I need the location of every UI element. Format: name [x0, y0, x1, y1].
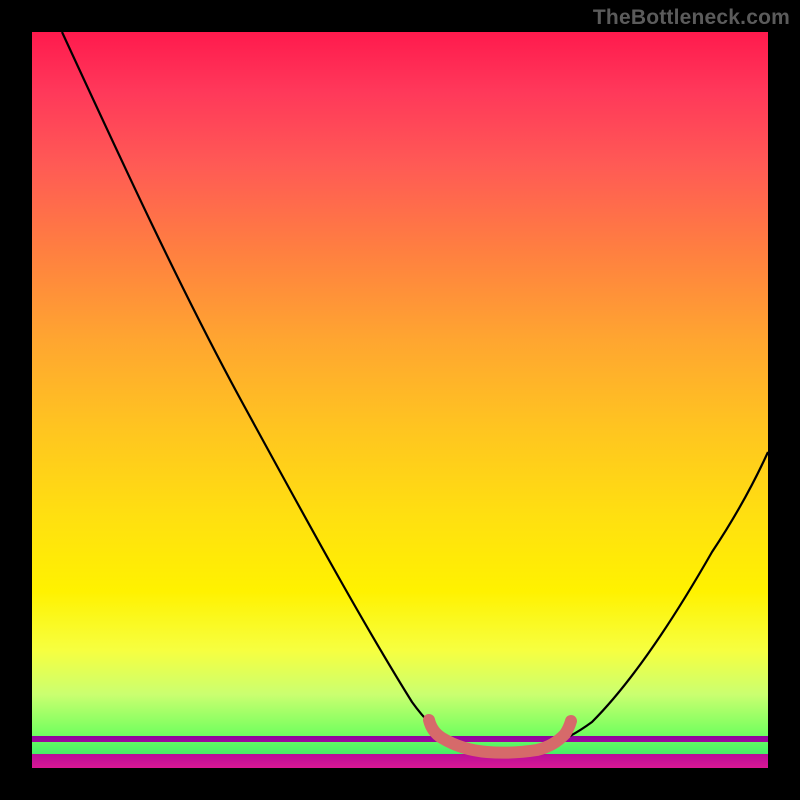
- chart-frame: TheBottleneck.com: [0, 0, 800, 800]
- plot-area: [32, 32, 768, 768]
- curve-path: [62, 32, 768, 752]
- bottom-marker-path: [429, 720, 571, 753]
- watermark-text: TheBottleneck.com: [593, 6, 790, 30]
- chart-svg: [32, 32, 768, 768]
